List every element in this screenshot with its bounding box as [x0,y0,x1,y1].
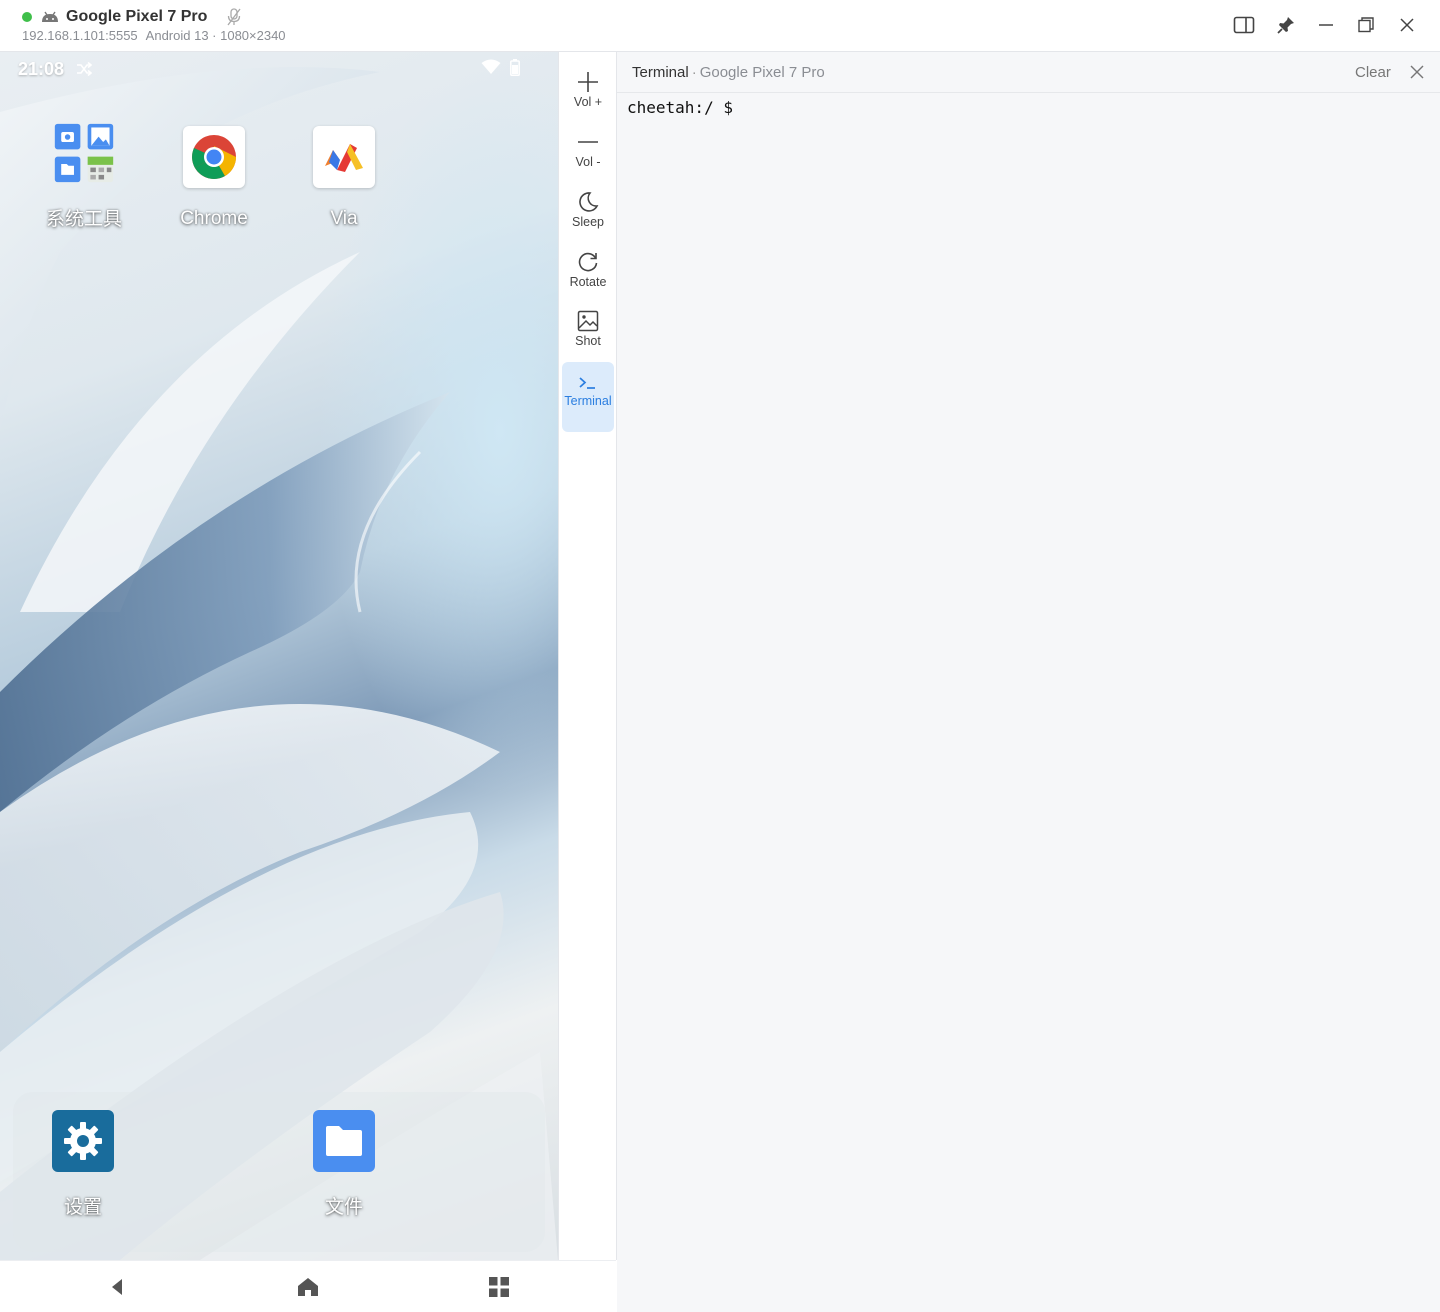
shuffle-icon [77,62,92,76]
terminal-title: Terminal · Google Pixel 7 Pro [632,64,825,81]
back-icon [112,1279,122,1295]
maximize-button[interactable] [1353,12,1379,38]
sidebar-toggle-icon [1233,16,1255,34]
app-label: Via [330,208,358,229]
rotate-icon [578,252,598,272]
title-bar: Google Pixel 7 Pro 192.168.1.101:5555 And… [0,0,1440,52]
tool-label: Rotate [569,275,607,289]
screenshot-button[interactable]: Shot [562,306,614,354]
tool-label: Vol - [575,155,601,169]
maximize-icon [1358,17,1374,33]
android-nav-bar [0,1260,616,1312]
status-bar: 21:08 [0,52,558,86]
sidebar-toggle-button[interactable] [1231,12,1257,38]
recents-button[interactable] [486,1275,512,1299]
tools-sidebar: Vol + Vol - Sleep Rotate Shot Terminal [558,52,617,1260]
back-button[interactable] [104,1275,130,1299]
app-system-tools[interactable]: 系统工具 [24,122,144,231]
device-title: Google Pixel 7 Pro [66,8,208,25]
recents-icon [489,1277,509,1297]
status-time: 21:08 [18,59,65,79]
screenshot-icon [577,310,599,332]
folder-icon [53,122,115,184]
device-subtitle: 192.168.1.101:5555 Android 13 · 1080×2340 [22,28,286,43]
home-button[interactable] [295,1275,321,1299]
app-via[interactable]: Via [284,126,404,230]
volume-down-button[interactable]: Vol - [562,127,614,175]
app-label: 设置 [63,1197,102,1218]
sleep-button[interactable]: Sleep [562,187,614,235]
close-icon[interactable] [1409,64,1425,80]
app-label: Chrome [180,208,248,229]
terminal-title-label: Terminal [632,64,689,81]
app-files[interactable]: 文件 [284,1110,404,1219]
volume-down-icon [578,141,598,143]
android-icon [42,11,58,22]
battery-icon [510,59,520,76]
terminal-prompt[interactable]: cheetah:/ $ [627,98,733,117]
app-label: 文件 [324,1197,363,1218]
connection-status-dot [22,12,32,22]
volume-up-button[interactable]: Vol + [562,67,614,115]
rotate-button[interactable]: Rotate [562,247,614,295]
minimize-icon [1319,24,1333,26]
terminal-panel[interactable]: Terminal · Google Pixel 7 Pro Clear cheeta… [617,52,1440,1312]
app-label: 系统工具 [45,209,122,230]
minimize-button[interactable] [1313,12,1339,38]
volume-up-icon [578,72,598,92]
terminal-button[interactable]: Terminal [562,362,614,432]
title-separator: · [691,64,697,81]
close-window-button[interactable] [1394,12,1420,38]
app-chrome[interactable]: Chrome [154,126,274,230]
files-icon [313,1110,375,1172]
tool-label: Vol + [573,95,603,109]
terminal-header: Terminal · Google Pixel 7 Pro Clear [617,52,1440,93]
settings-icon [52,1110,114,1172]
device-address: 192.168.1.101:5555 [22,28,138,43]
chrome-icon [183,126,245,188]
clear-button[interactable]: Clear [1355,64,1391,81]
mic-off-icon[interactable] [226,8,242,26]
app-settings[interactable]: 设置 [23,1110,143,1219]
wifi-icon [481,59,501,74]
wallpaper [0,67,558,1260]
moon-icon [579,192,599,212]
pin-button[interactable] [1273,12,1299,38]
phone-screen[interactable]: 21:08 系统工具 Chrome Via 设置 文件 [0,52,558,1260]
device-info: Android 13 · 1080×2340 [145,28,286,43]
via-icon [313,126,375,188]
home-icon [298,1278,318,1296]
tool-label: Sleep [572,215,604,229]
tool-label: Terminal [564,394,612,408]
terminal-device-name: Google Pixel 7 Pro [699,64,825,81]
tool-label: Shot [575,334,601,348]
close-icon [1400,18,1414,32]
pin-icon [1277,17,1294,34]
terminal-icon [579,377,595,389]
